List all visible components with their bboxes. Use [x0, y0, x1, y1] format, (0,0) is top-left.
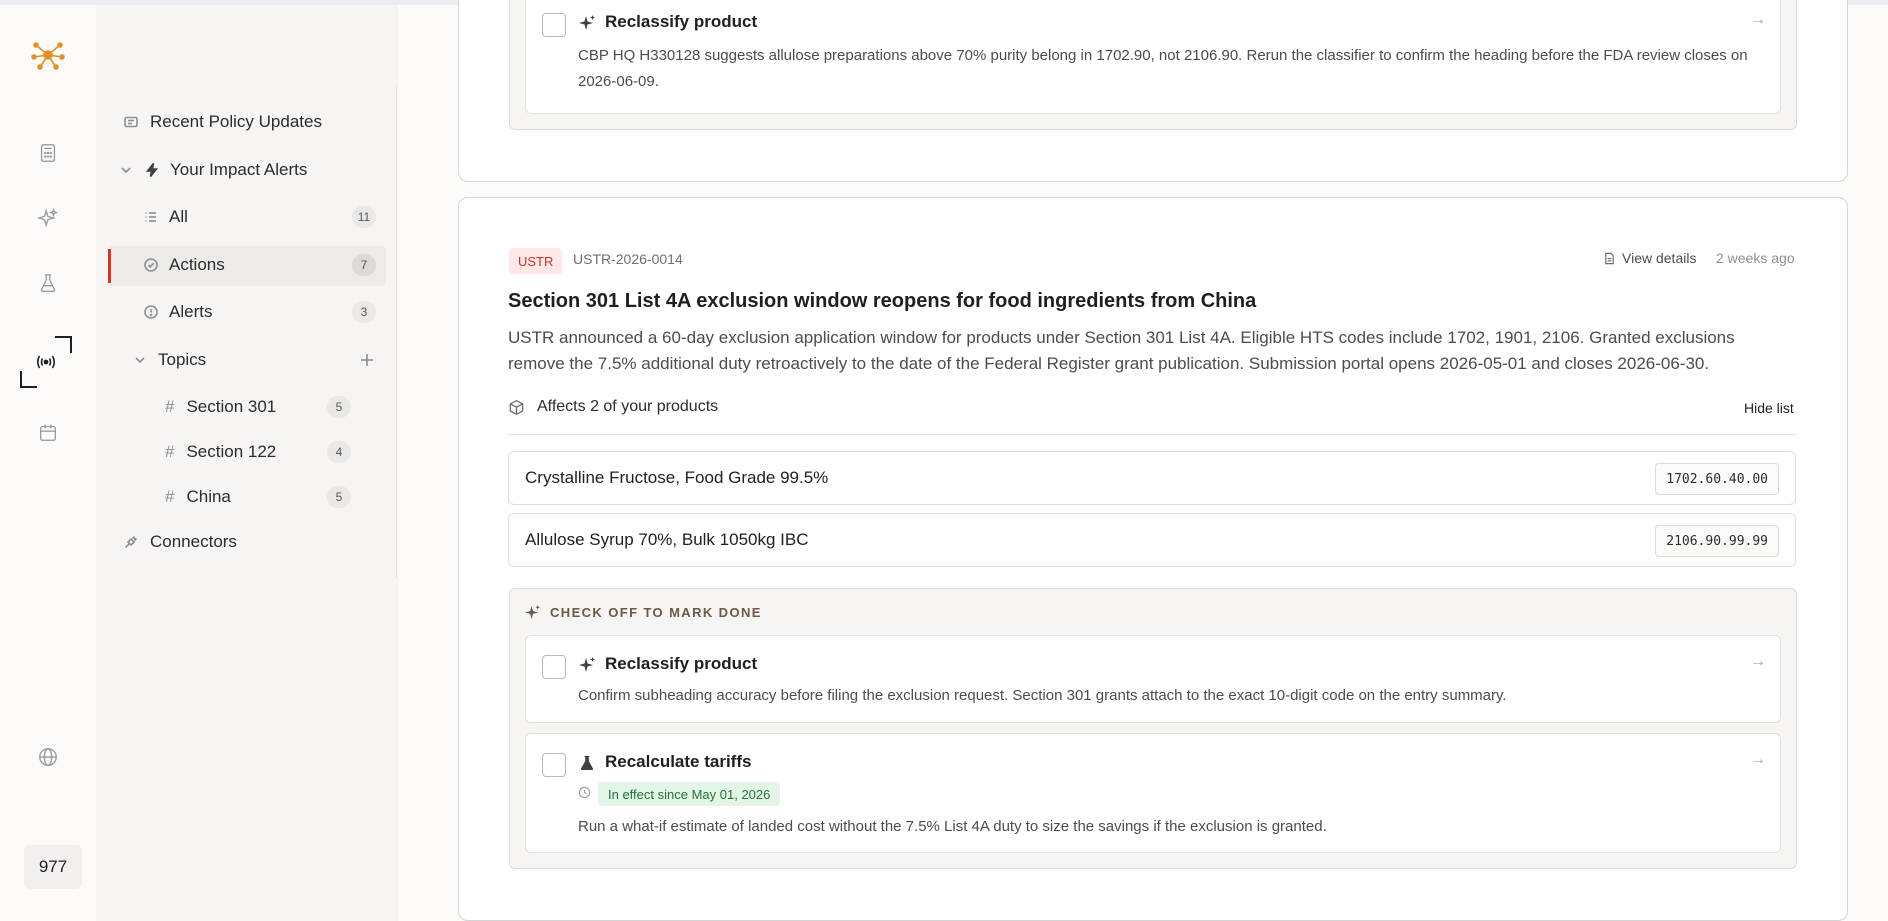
count-badge: 5	[327, 396, 351, 418]
task-title: Reclassify product	[605, 12, 758, 31]
document-icon	[1605, 252, 1614, 264]
hash-icon: #	[165, 442, 175, 461]
reference-id: USTR-2026-0014	[573, 251, 683, 267]
count-badge: 3	[352, 301, 376, 323]
checklist-header-label: CHECK OFF TO MARK DONE	[550, 605, 762, 620]
calendar-nav[interactable]	[28, 413, 68, 453]
sidebar-item-label: Section 122	[186, 442, 277, 461]
task-checkbox[interactable]	[542, 753, 566, 777]
arrow-right-icon[interactable]: →	[1750, 11, 1766, 29]
sidebar-item-label: Alerts	[169, 302, 213, 321]
calculator-icon	[40, 144, 56, 162]
package-icon	[509, 399, 524, 415]
calendar-icon	[39, 424, 57, 442]
sidebar-item-label: Your Impact Alerts	[170, 160, 308, 179]
sparkle-nav[interactable]	[28, 198, 68, 238]
sidebar-item-label: Connectors	[150, 532, 237, 551]
add-topic-button[interactable]	[358, 351, 376, 369]
task-item-reclassify-previous[interactable]: Reclassify product CBP HQ H330128 sugges…	[525, 0, 1781, 114]
task-item-reclassify[interactable]: Reclassify product Confirm subheading ac…	[525, 635, 1781, 723]
sidebar-divider	[396, 85, 397, 578]
sparkle-icon	[578, 14, 596, 37]
count-badge: 11	[352, 206, 376, 228]
sparkle-icon	[37, 207, 59, 228]
flask-icon	[578, 754, 596, 777]
hash-icon: #	[165, 397, 175, 416]
view-details-label: View details	[1622, 250, 1697, 266]
sidebar-item-topics[interactable]: Topics	[132, 343, 206, 377]
sidebar-item-topic-china[interactable]: # China	[165, 480, 231, 514]
sidebar-item-connectors[interactable]: Connectors	[123, 525, 237, 559]
sidebar-item-topic-section-301[interactable]: # Section 301	[165, 390, 276, 424]
update-title[interactable]: Section 301 List 4A exclusion window reo…	[508, 290, 1256, 313]
checklist-header: CHECK OFF TO MARK DONE	[524, 604, 762, 621]
affects-products-summary: Affects 2 of your products	[508, 398, 718, 416]
sidebar-item-label: Actions	[169, 255, 225, 274]
product-row[interactable]: Crystalline Fructose, Food Grade 99.5% 1…	[508, 451, 1796, 505]
source-tag: USTR	[509, 248, 563, 274]
affects-label: Affects 2 of your products	[537, 398, 719, 415]
sidebar-item-recent-policy-updates[interactable]: Recent Policy Updates	[123, 105, 322, 139]
count-badge: 5	[327, 486, 351, 508]
update-age: 2 weeks ago	[1716, 250, 1795, 266]
sidebar-item-alerts[interactable]: Alerts	[143, 295, 212, 329]
arrow-right-icon[interactable]: →	[1750, 653, 1766, 671]
check-circle-icon	[144, 258, 158, 272]
task-description: CBP HQ H330128 suggests allulose prepara…	[578, 47, 1748, 90]
list-icon	[145, 212, 156, 222]
active-indicator	[108, 249, 111, 283]
hts-code: 2106.90.99.99	[1655, 525, 1779, 557]
logo-icon	[31, 42, 65, 70]
task-title: Reclassify product	[605, 654, 758, 673]
chevron-down-icon[interactable]	[132, 352, 148, 368]
sidebar-item-label: Section 301	[186, 397, 277, 416]
sparkle-icon	[578, 656, 596, 679]
sidebar-item-label: China	[186, 487, 231, 506]
app-logo[interactable]	[28, 35, 68, 75]
divider	[508, 434, 1796, 435]
signals-nav-active[interactable]	[20, 336, 72, 388]
effective-date-badge: In effect since May 01, 2026	[598, 782, 781, 806]
calculator-nav[interactable]	[28, 133, 68, 173]
task-description: Confirm subheading accuracy before filin…	[578, 687, 1507, 704]
hide-list-button[interactable]: Hide list	[1744, 400, 1794, 416]
globe-nav[interactable]	[28, 737, 68, 777]
plug-icon	[124, 535, 138, 549]
sidebar-item-topic-section-122[interactable]: # Section 122	[165, 435, 276, 469]
count-badge: 7	[352, 254, 376, 276]
newspaper-icon	[124, 116, 138, 128]
sidebar-item-label: All	[169, 207, 188, 226]
info-circle-icon	[144, 305, 158, 319]
product-name: Allulose Syrup 70%, Bulk 1050kg IBC	[525, 530, 809, 549]
sidebar-item-label: Topics	[158, 350, 207, 369]
sparkle-icon	[524, 604, 541, 620]
count-badge: 4	[327, 441, 351, 463]
view-details-link[interactable]: View details	[1603, 250, 1696, 266]
sidebar-item-label: Recent Policy Updates	[150, 112, 322, 131]
plus-icon	[361, 354, 373, 366]
sidebar-item-all[interactable]: All	[143, 200, 188, 234]
hash-icon: #	[165, 487, 175, 506]
usage-count: 977	[24, 845, 82, 889]
icon-rail: 977	[0, 5, 96, 921]
flask-icon	[40, 274, 56, 292]
globe-icon	[39, 748, 57, 766]
task-description: Run a what-if estimate of landed cost wi…	[578, 818, 1327, 835]
sidebar-item-impact-alerts[interactable]: Your Impact Alerts	[118, 153, 307, 187]
chevron-down-icon[interactable]	[118, 162, 134, 178]
lightning-icon	[145, 163, 159, 177]
sidebar-item-actions[interactable]: Actions	[143, 248, 225, 282]
hts-code: 1702.60.40.00	[1655, 463, 1779, 495]
lab-nav[interactable]	[28, 263, 68, 303]
arrow-right-icon[interactable]: →	[1750, 751, 1766, 769]
task-title: Recalculate tariffs	[605, 752, 752, 771]
product-row[interactable]: Allulose Syrup 70%, Bulk 1050kg IBC 2106…	[508, 513, 1796, 567]
task-checkbox[interactable]	[542, 13, 566, 37]
task-checkbox[interactable]	[542, 655, 566, 679]
product-name: Crystalline Fructose, Food Grade 99.5%	[525, 468, 829, 487]
broadcast-icon	[36, 355, 56, 369]
update-summary: USTR announced a 60-day exclusion applic…	[508, 328, 1735, 373]
clock-icon	[578, 786, 591, 804]
